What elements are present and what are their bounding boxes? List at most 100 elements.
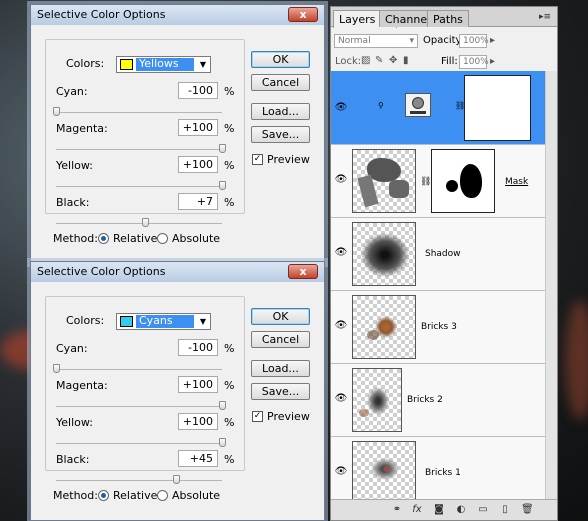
yellow-slider-thumb[interactable] [219, 181, 226, 190]
layer-selective-color[interactable]: 👁 ⚲ ⛓ [331, 71, 545, 145]
eye-icon[interactable]: 👁 [334, 394, 348, 404]
chevron-right-icon[interactable]: ▸ [490, 35, 495, 46]
trash-icon[interactable]: 🗑 [521, 504, 534, 516]
layer-bricks-2[interactable]: 👁 Bricks 2 [331, 364, 545, 437]
black-label: Black: [56, 196, 90, 209]
lock-transparency-icon[interactable]: ▨ [361, 55, 370, 66]
layer-shadow[interactable]: 👁 Shadow [331, 218, 545, 291]
relative-radio[interactable] [98, 490, 109, 501]
folder-icon[interactable]: ▭ [477, 504, 489, 516]
lock-pixels-icon[interactable]: ✎ [375, 55, 383, 66]
relative-radio[interactable] [98, 233, 109, 244]
link-icon: ⚲ [378, 101, 384, 110]
cyan-slider-thumb[interactable] [53, 107, 60, 116]
fill-label: Fill: [441, 56, 458, 67]
load-button[interactable]: Load... [251, 360, 310, 377]
black-field[interactable]: +45 [178, 450, 218, 467]
preview-checkbox[interactable]: ✓ [252, 411, 263, 422]
magenta-slider-track[interactable] [56, 144, 226, 153]
relative-label: Relative [113, 232, 158, 245]
yellow-slider-track[interactable] [56, 181, 226, 190]
cancel-button[interactable]: Cancel [251, 331, 310, 348]
yellow-field[interactable]: +100 [178, 413, 218, 430]
layer-bricks-3[interactable]: 👁 Bricks 3 [331, 291, 545, 364]
magenta-field[interactable]: +100 [178, 376, 218, 393]
layer-name[interactable]: Bricks 2 [407, 395, 443, 405]
black-field[interactable]: +7 [178, 193, 218, 210]
cyan-slider-thumb[interactable] [53, 364, 60, 373]
chevron-right-icon[interactable]: ▸ [490, 56, 495, 67]
magenta-field[interactable]: +100 [178, 119, 218, 136]
chevron-down-icon: ▾ [409, 36, 414, 46]
chain-icon[interactable]: ⛓ [420, 177, 431, 187]
percent-unit: % [224, 85, 235, 98]
eye-icon[interactable]: 👁 [334, 248, 348, 258]
cyan-field[interactable]: -100 [178, 82, 218, 99]
load-button[interactable]: Load... [251, 103, 310, 120]
selective-color-dialog: Selective Color Options x Colors: Cyans … [30, 261, 325, 521]
ok-button[interactable]: OK [251, 51, 310, 68]
black-slider-thumb[interactable] [141, 218, 149, 227]
black-slider-track[interactable] [56, 475, 222, 484]
colors-value: Cyans [136, 315, 194, 328]
preview-checkbox[interactable]: ✓ [252, 154, 263, 165]
layer-name[interactable]: Mask [505, 177, 528, 187]
eye-icon[interactable]: 👁 [334, 175, 348, 185]
layer-mask[interactable]: 👁 ⛓ Mask [331, 145, 545, 218]
ok-button[interactable]: OK [251, 308, 310, 325]
yellow-field[interactable]: +100 [178, 156, 218, 173]
lock-all-icon[interactable]: ▮ [403, 55, 409, 66]
save-button[interactable]: Save... [251, 126, 310, 143]
yellow-slider-thumb[interactable] [219, 438, 226, 447]
percent-unit: % [224, 453, 235, 466]
opacity-field[interactable]: 100% [459, 34, 489, 48]
cyan-slider-track[interactable] [53, 107, 222, 116]
new-layer-icon[interactable]: ▯ [499, 504, 511, 516]
fill-field[interactable]: 100% [459, 55, 489, 69]
layer-name[interactable]: Bricks 3 [421, 322, 457, 332]
blend-mode-dropdown[interactable]: Normal ▾ [334, 34, 418, 48]
cyan-field[interactable]: -100 [178, 339, 218, 356]
eye-icon[interactable]: 👁 [334, 103, 348, 113]
close-button[interactable]: x [288, 264, 318, 279]
magenta-slider-track[interactable] [56, 401, 226, 410]
dialog-body: Colors: Yellows ▼ Cyan: -100 % Magenta: … [31, 25, 324, 263]
cancel-button[interactable]: Cancel [251, 74, 310, 91]
fx-icon[interactable]: fx [411, 504, 423, 516]
colors-dropdown[interactable]: Yellows ▼ [116, 56, 211, 73]
dialog-body: Colors: Cyans ▼ Cyan: -100 % Magenta: +1… [31, 282, 324, 520]
cyan-slider-track[interactable] [53, 364, 222, 373]
tab-paths[interactable]: Paths [427, 10, 469, 27]
layer-mask-thumbnail[interactable] [464, 75, 531, 141]
yellow-slider-track[interactable] [56, 438, 226, 447]
magenta-slider-thumb[interactable] [219, 144, 226, 153]
black-slider-thumb[interactable] [173, 475, 181, 484]
eye-icon[interactable]: 👁 [334, 467, 348, 477]
black-slider-track[interactable] [56, 218, 222, 227]
yellow-label: Yellow: [56, 416, 93, 429]
magenta-slider-thumb[interactable] [219, 401, 226, 410]
layers-scrollbar[interactable] [545, 71, 557, 501]
layers-list: 👁 ⚲ ⛓ 👁 ⛓ Mask 👁 Shadow 👁 Bricks 3 👁 Bri… [331, 71, 557, 510]
colors-dropdown[interactable]: Cyans ▼ [116, 313, 211, 330]
magenta-label: Magenta: [56, 379, 108, 392]
lock-label: Lock: [335, 56, 362, 67]
adjustment-icon[interactable]: ◐ [455, 504, 467, 516]
lock-position-icon[interactable]: ✥ [389, 55, 397, 66]
dialog-title-bar[interactable]: Selective Color Options x [31, 5, 324, 25]
save-button[interactable]: Save... [251, 383, 310, 400]
layer-mask-thumbnail[interactable] [431, 149, 495, 213]
layer-thumbnail [352, 295, 416, 359]
close-button[interactable]: x [288, 7, 318, 22]
link-icon[interactable]: ⚭ [391, 504, 403, 516]
absolute-radio[interactable] [157, 490, 168, 501]
tab-paths-label: Paths [433, 13, 463, 26]
dialog-title-bar[interactable]: Selective Color Options x [31, 262, 324, 282]
mask-icon[interactable]: ◙ [433, 504, 445, 516]
eye-icon[interactable]: 👁 [334, 321, 348, 331]
panel-menu-icon[interactable]: ▸≡ [539, 12, 551, 22]
layer-name[interactable]: Shadow [425, 249, 461, 259]
adjustment-layer-icon [405, 93, 431, 117]
layer-name[interactable]: Bricks 1 [425, 468, 461, 478]
absolute-radio[interactable] [157, 233, 168, 244]
